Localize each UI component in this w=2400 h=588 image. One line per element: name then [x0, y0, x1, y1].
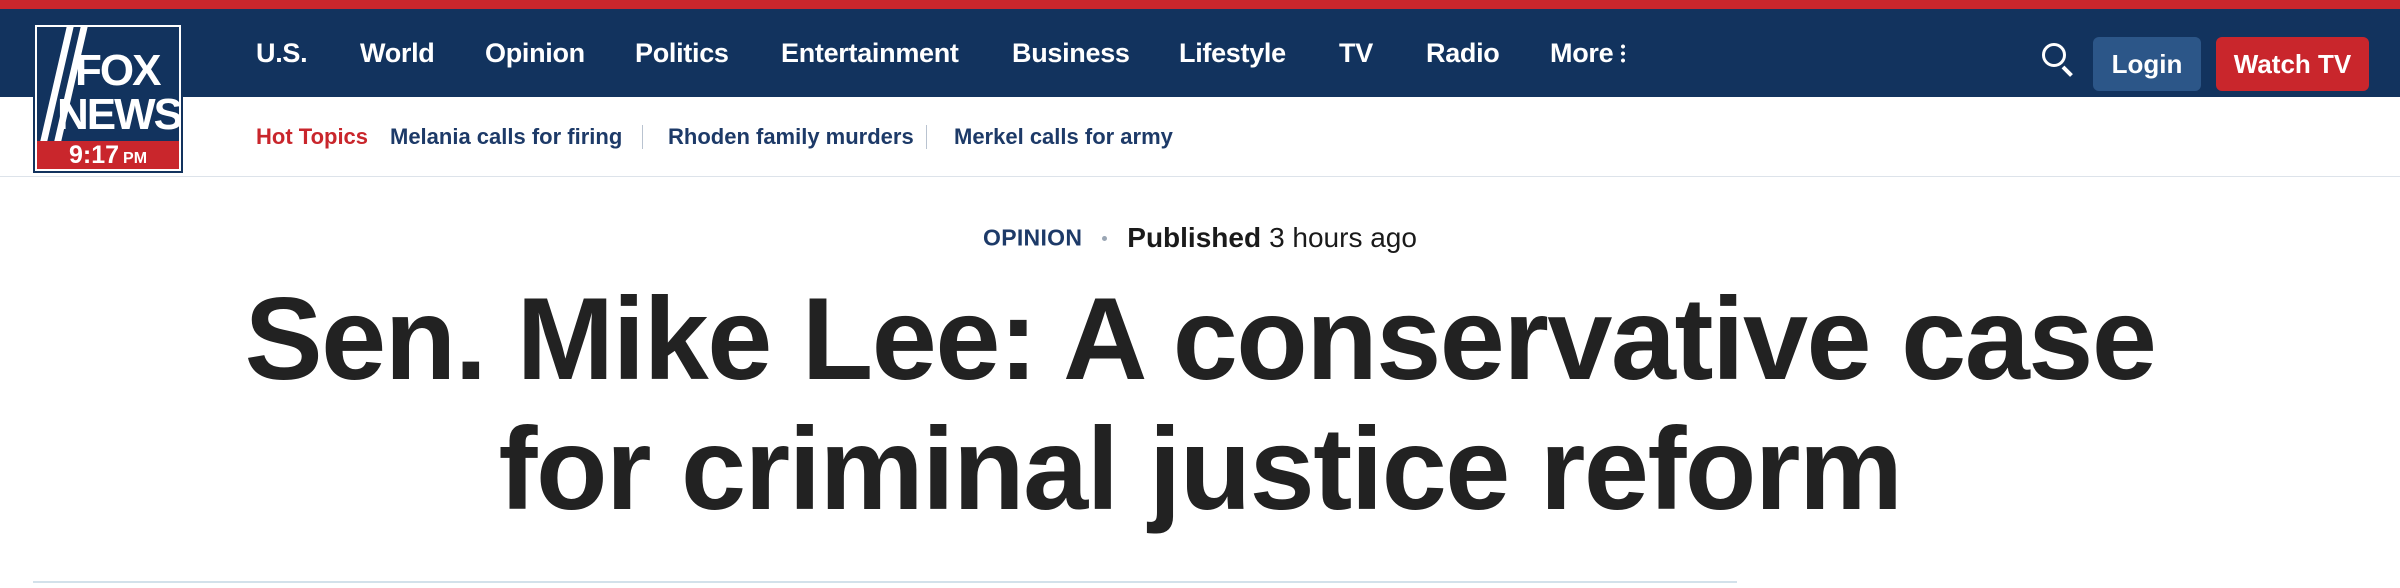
article-headline: Sen. Mike Lee: A conservative case for c… [180, 274, 2220, 534]
headline-line-2: for criminal justice reform [498, 403, 1903, 534]
hot-topic-separator [642, 125, 643, 149]
hot-topics-bar: Hot Topics Melania calls for firing Rhod… [0, 97, 2400, 177]
article-meta: OPINION Published 3 hours ago [0, 222, 2400, 254]
nav-item-business[interactable]: Business [1012, 9, 1130, 97]
logo-text-fox: FOX [75, 46, 161, 95]
nav-item-radio[interactable]: Radio [1426, 9, 1500, 97]
nav-item-us[interactable]: U.S. [256, 9, 308, 97]
headline-line-1: Sen. Mike Lee: A conservative case [244, 273, 2157, 404]
fox-news-logo[interactable]: FOX NEWS 9:17 PM [33, 23, 183, 173]
nav-item-more[interactable]: More [1550, 9, 1626, 97]
kebab-vertical-icon [1621, 43, 1626, 63]
article-category-link[interactable]: OPINION [983, 225, 1082, 251]
logo-wordmark: FOX NEWS [37, 27, 179, 141]
nav-item-lifestyle[interactable]: Lifestyle [1179, 9, 1286, 97]
nav-item-politics[interactable]: Politics [635, 9, 729, 97]
content-divider [33, 581, 1737, 583]
nav-item-tv[interactable]: TV [1339, 9, 1373, 97]
top-accent-strip [0, 0, 2400, 9]
hot-topic-link[interactable]: Merkel calls for army [954, 97, 1173, 177]
search-icon[interactable] [2042, 43, 2076, 77]
nav-item-opinion[interactable]: Opinion [485, 9, 585, 97]
published-time: 3 hours ago [1269, 222, 1417, 253]
nav-item-entertainment[interactable]: Entertainment [781, 9, 959, 97]
hot-topic-link[interactable]: Melania calls for firing [390, 97, 622, 177]
main-navigation-bar: U.S. World Opinion Politics Entertainmen… [0, 9, 2400, 97]
hot-topics-label: Hot Topics [256, 124, 369, 149]
nav-item-more-label: More [1550, 38, 1614, 68]
published-label: Published [1127, 222, 1262, 253]
login-button[interactable]: Login [2093, 37, 2201, 91]
watch-tv-button[interactable]: Watch TV [2216, 37, 2369, 91]
logo-text-news: NEWS [57, 90, 179, 139]
hot-topic-link[interactable]: Rhoden family murders [668, 97, 914, 177]
hot-topic-separator [926, 125, 927, 149]
logo-clock: 9:17 PM [37, 141, 179, 169]
nav-item-world[interactable]: World [360, 9, 435, 97]
meta-separator-dot [1102, 235, 1108, 241]
clock-time: 9:17 [68, 141, 120, 169]
clock-period: PM [123, 150, 148, 167]
